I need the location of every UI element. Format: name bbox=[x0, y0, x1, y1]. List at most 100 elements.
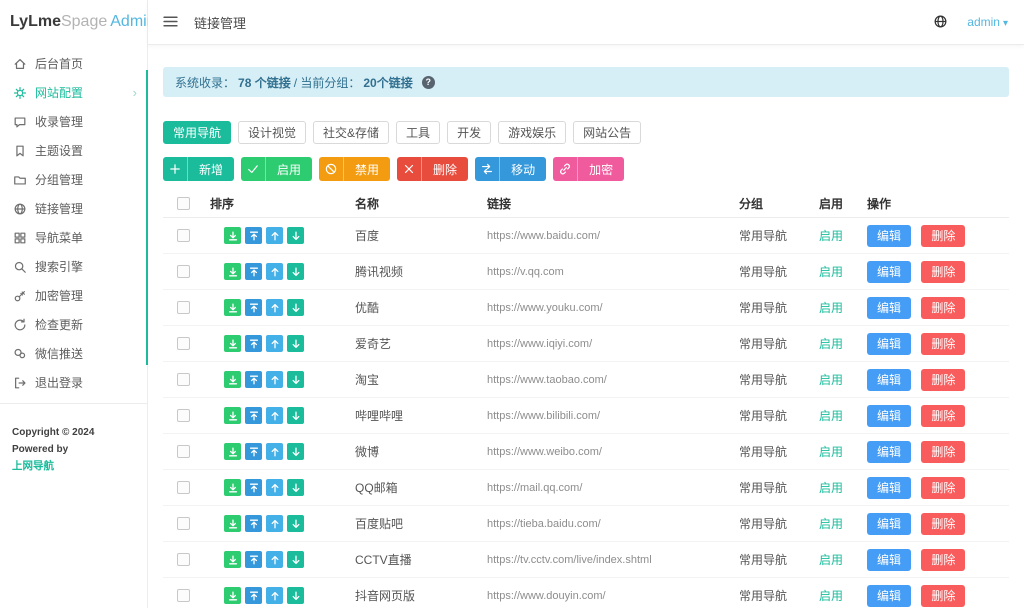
group-tab[interactable]: 设计视觉 bbox=[238, 121, 306, 144]
sort-to-top-button[interactable] bbox=[245, 263, 262, 280]
move-button[interactable]: 移动 bbox=[475, 157, 546, 181]
sidebar-item-encrypt[interactable]: 加密管理 bbox=[0, 281, 147, 310]
row-checkbox[interactable] bbox=[177, 337, 190, 350]
edit-button[interactable]: 编辑 bbox=[867, 297, 911, 319]
sort-to-top-button[interactable] bbox=[245, 479, 262, 496]
select-all-checkbox[interactable] bbox=[177, 197, 190, 210]
link-enabled-toggle[interactable]: 启用 bbox=[819, 479, 867, 496]
delete-button[interactable]: 删除 bbox=[921, 333, 965, 355]
link-enabled-toggle[interactable]: 启用 bbox=[819, 371, 867, 388]
delete-button[interactable]: 删除 bbox=[397, 157, 468, 181]
link-enabled-toggle[interactable]: 启用 bbox=[819, 443, 867, 460]
delete-button[interactable]: 删除 bbox=[921, 261, 965, 283]
edit-button[interactable]: 编辑 bbox=[867, 261, 911, 283]
sidebar-item-logout[interactable]: 退出登录 bbox=[0, 368, 147, 397]
edit-button[interactable]: 编辑 bbox=[867, 477, 911, 499]
sidebar-item-link[interactable]: 链接管理 bbox=[0, 194, 147, 223]
row-checkbox[interactable] bbox=[177, 373, 190, 386]
sort-to-bottom-button[interactable] bbox=[224, 479, 241, 496]
sidebar-item-wechat[interactable]: 微信推送 bbox=[0, 339, 147, 368]
sort-up-button[interactable] bbox=[266, 443, 283, 460]
delete-button[interactable]: 删除 bbox=[921, 405, 965, 427]
row-checkbox[interactable] bbox=[177, 553, 190, 566]
delete-button[interactable]: 删除 bbox=[921, 297, 965, 319]
sidebar-item-nav-menu[interactable]: 导航菜单 bbox=[0, 223, 147, 252]
language-globe-icon[interactable] bbox=[933, 14, 949, 30]
sort-to-bottom-button[interactable] bbox=[224, 407, 241, 424]
sort-up-button[interactable] bbox=[266, 551, 283, 568]
hamburger-icon[interactable] bbox=[162, 13, 180, 31]
sort-down-button[interactable] bbox=[287, 443, 304, 460]
sort-to-top-button[interactable] bbox=[245, 551, 262, 568]
sort-to-bottom-button[interactable] bbox=[224, 263, 241, 280]
sort-to-bottom-button[interactable] bbox=[224, 371, 241, 388]
help-icon[interactable] bbox=[422, 76, 435, 89]
sort-up-button[interactable] bbox=[266, 263, 283, 280]
group-tab[interactable]: 网站公告 bbox=[573, 121, 641, 144]
edit-button[interactable]: 编辑 bbox=[867, 585, 911, 607]
sort-to-top-button[interactable] bbox=[245, 299, 262, 316]
sort-to-bottom-button[interactable] bbox=[224, 515, 241, 532]
edit-button[interactable]: 编辑 bbox=[867, 549, 911, 571]
sort-to-bottom-button[interactable] bbox=[224, 299, 241, 316]
edit-button[interactable]: 编辑 bbox=[867, 333, 911, 355]
sort-up-button[interactable] bbox=[266, 371, 283, 388]
row-checkbox[interactable] bbox=[177, 229, 190, 242]
delete-button[interactable]: 删除 bbox=[921, 585, 965, 607]
link-enabled-toggle[interactable]: 启用 bbox=[819, 407, 867, 424]
edit-button[interactable]: 编辑 bbox=[867, 513, 911, 535]
sort-down-button[interactable] bbox=[287, 551, 304, 568]
group-tab[interactable]: 开发 bbox=[447, 121, 491, 144]
sort-up-button[interactable] bbox=[266, 587, 283, 604]
sort-to-top-button[interactable] bbox=[245, 515, 262, 532]
sort-up-button[interactable] bbox=[266, 407, 283, 424]
row-checkbox[interactable] bbox=[177, 445, 190, 458]
sort-down-button[interactable] bbox=[287, 479, 304, 496]
row-checkbox[interactable] bbox=[177, 517, 190, 530]
link-enabled-toggle[interactable]: 启用 bbox=[819, 551, 867, 568]
link-enabled-toggle[interactable]: 启用 bbox=[819, 587, 867, 604]
link-enabled-toggle[interactable]: 启用 bbox=[819, 515, 867, 532]
sidebar-item-search-engine[interactable]: 搜索引擎 bbox=[0, 252, 147, 281]
sort-down-button[interactable] bbox=[287, 587, 304, 604]
sort-to-top-button[interactable] bbox=[245, 587, 262, 604]
sort-down-button[interactable] bbox=[287, 263, 304, 280]
group-tab[interactable]: 常用导航 bbox=[163, 121, 231, 144]
sidebar-item-theme[interactable]: 主题设置 bbox=[0, 136, 147, 165]
sort-to-top-button[interactable] bbox=[245, 407, 262, 424]
sidebar-item-site-config[interactable]: 网站配置 bbox=[0, 78, 147, 107]
link-enabled-toggle[interactable]: 启用 bbox=[819, 335, 867, 352]
delete-button[interactable]: 删除 bbox=[921, 225, 965, 247]
edit-button[interactable]: 编辑 bbox=[867, 369, 911, 391]
user-menu[interactable]: admin bbox=[967, 15, 1008, 29]
sort-to-top-button[interactable] bbox=[245, 371, 262, 388]
add-button[interactable]: 新增 bbox=[163, 157, 234, 181]
encrypt-button[interactable]: 加密 bbox=[553, 157, 624, 181]
link-enabled-toggle[interactable]: 启用 bbox=[819, 263, 867, 280]
sort-up-button[interactable] bbox=[266, 227, 283, 244]
sort-down-button[interactable] bbox=[287, 515, 304, 532]
sort-up-button[interactable] bbox=[266, 335, 283, 352]
copyright-link[interactable]: 上网导航 bbox=[12, 458, 137, 476]
sort-to-top-button[interactable] bbox=[245, 335, 262, 352]
sort-to-top-button[interactable] bbox=[245, 443, 262, 460]
sort-to-bottom-button[interactable] bbox=[224, 587, 241, 604]
enable-button[interactable]: 启用 bbox=[241, 157, 312, 181]
edit-button[interactable]: 编辑 bbox=[867, 405, 911, 427]
sidebar-scrollbar[interactable] bbox=[146, 70, 148, 365]
disable-button[interactable]: 禁用 bbox=[319, 157, 390, 181]
sort-to-top-button[interactable] bbox=[245, 227, 262, 244]
link-enabled-toggle[interactable]: 启用 bbox=[819, 299, 867, 316]
sidebar-item-home[interactable]: 后台首页 bbox=[0, 49, 147, 78]
delete-button[interactable]: 删除 bbox=[921, 513, 965, 535]
sort-down-button[interactable] bbox=[287, 407, 304, 424]
sort-down-button[interactable] bbox=[287, 299, 304, 316]
row-checkbox[interactable] bbox=[177, 409, 190, 422]
edit-button[interactable]: 编辑 bbox=[867, 441, 911, 463]
sort-down-button[interactable] bbox=[287, 371, 304, 388]
edit-button[interactable]: 编辑 bbox=[867, 225, 911, 247]
delete-button[interactable]: 删除 bbox=[921, 549, 965, 571]
sort-to-bottom-button[interactable] bbox=[224, 443, 241, 460]
sort-to-bottom-button[interactable] bbox=[224, 227, 241, 244]
group-tab[interactable]: 游戏娱乐 bbox=[498, 121, 566, 144]
